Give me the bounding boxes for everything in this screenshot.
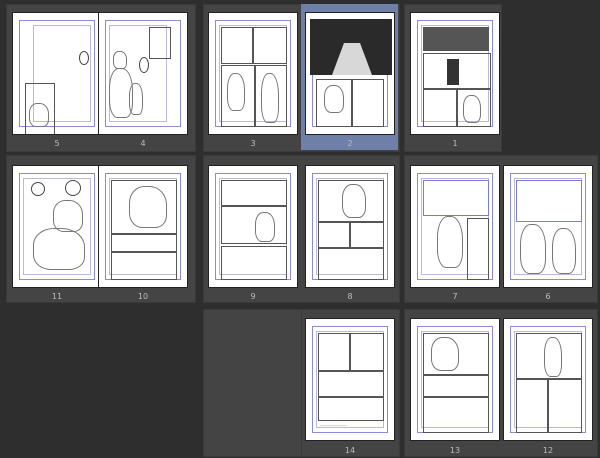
sketch-figure xyxy=(544,337,562,377)
page-number-label: 6 xyxy=(545,292,551,301)
manga-panel xyxy=(548,379,582,433)
sketch-figure xyxy=(29,103,49,127)
speech-bubble xyxy=(31,182,45,196)
page-thumbnail-7[interactable] xyxy=(410,165,500,288)
sketch-figure xyxy=(129,186,167,228)
page-number-label: 9 xyxy=(250,292,256,301)
sketch-figure xyxy=(129,83,143,115)
speech-bubble xyxy=(65,180,81,196)
sketch-figure xyxy=(227,73,245,111)
page-thumbnail-2[interactable] xyxy=(305,12,395,135)
manga-panel xyxy=(467,218,489,280)
page-thumbnail-6[interactable] xyxy=(503,165,593,288)
page-number-label: 13 xyxy=(449,446,461,455)
manga-panel xyxy=(516,379,548,433)
manga-panel xyxy=(352,79,384,127)
manga-panel xyxy=(350,333,384,371)
page-thumbnail-1[interactable] xyxy=(410,12,500,135)
dark-figure xyxy=(447,59,459,85)
manga-panel xyxy=(423,397,489,433)
manga-panel xyxy=(516,180,582,222)
speech-bubble xyxy=(139,57,149,73)
page-thumbnail-12[interactable] xyxy=(503,318,593,441)
sketch-figure xyxy=(552,228,576,274)
manga-panel xyxy=(149,27,171,59)
dark-panel xyxy=(423,27,489,51)
manga-panel xyxy=(221,206,287,244)
sketch-figure xyxy=(33,228,85,270)
sketch-figure xyxy=(113,51,127,69)
sketch-figure xyxy=(342,184,366,218)
page-number-label: 12 xyxy=(542,446,554,455)
page-manager-canvas: { "app": {"view": "page-manager"}, "page… xyxy=(0,0,600,458)
manga-panel xyxy=(423,180,489,216)
page-thumbnail-13[interactable] xyxy=(410,318,500,441)
manga-panel xyxy=(318,222,350,248)
page-thumbnail-9[interactable] xyxy=(208,165,298,288)
manga-panel xyxy=(318,248,384,280)
speech-bubble xyxy=(79,51,89,65)
manga-panel xyxy=(111,234,177,252)
page-number-label: 7 xyxy=(452,292,458,301)
manga-panel xyxy=(350,222,384,248)
page-number-label: 11 xyxy=(51,292,63,301)
manga-panel xyxy=(423,89,457,127)
manga-panel xyxy=(318,371,384,397)
sketch-figure xyxy=(324,85,344,113)
page-thumbnail-8[interactable] xyxy=(305,165,395,288)
page-number-label: 3 xyxy=(250,139,256,148)
sketch-figure xyxy=(520,224,546,274)
page-number-label: 14 xyxy=(344,446,356,455)
manga-panel xyxy=(253,27,287,64)
page-thumbnail-14[interactable]: __________________ xyxy=(305,318,395,441)
page-number-label: 1 xyxy=(452,139,458,148)
sketch-figure xyxy=(463,95,481,123)
page-number-label: 4 xyxy=(140,139,146,148)
page-number-label: 2 xyxy=(347,139,353,148)
sketch-figure xyxy=(261,73,279,123)
page-number-label: 8 xyxy=(347,292,353,301)
manga-panel xyxy=(318,333,350,371)
manga-panel xyxy=(221,180,287,206)
sketch-figure xyxy=(431,337,459,371)
sketch-figure xyxy=(255,212,275,242)
sketch-figure xyxy=(437,216,463,268)
manga-panel xyxy=(221,246,287,280)
manga-panel xyxy=(221,27,253,64)
page-thumbnail-4[interactable] xyxy=(98,12,188,135)
credit-line: __________________ xyxy=(320,422,347,426)
page-number-label: 10 xyxy=(137,292,149,301)
spread-empty xyxy=(203,309,303,457)
page-number-label: 5 xyxy=(54,139,60,148)
page-thumbnail-10[interactable] xyxy=(98,165,188,288)
manga-panel xyxy=(423,375,489,397)
page-thumbnail-11[interactable] xyxy=(12,165,102,288)
page-thumbnail-3[interactable] xyxy=(208,12,298,135)
manga-panel xyxy=(318,397,384,421)
manga-panel xyxy=(111,252,177,280)
page-thumbnail-5[interactable] xyxy=(12,12,102,135)
